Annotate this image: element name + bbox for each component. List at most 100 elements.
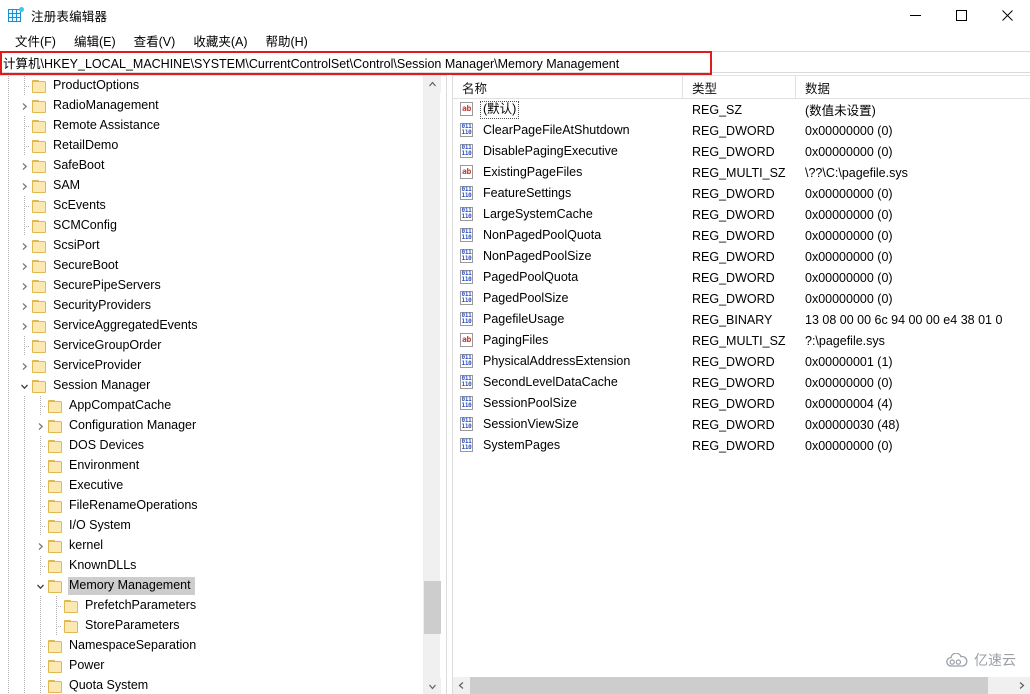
value-data: 0x00000030 (48): [805, 417, 900, 432]
column-header-name[interactable]: 名称: [453, 76, 683, 98]
scroll-right-arrow-icon[interactable]: [1013, 677, 1030, 694]
value-row[interactable]: ab (默认) REG_SZ (数值未设置): [453, 99, 1030, 120]
value-row[interactable]: 011 110 PagedPoolQuota REG_DWORD 0x00000000 …: [453, 267, 1030, 288]
tree-item[interactable]: SecureBoot: [0, 256, 430, 276]
tree-item[interactable]: SCMConfig: [0, 216, 430, 236]
tree-collapse-chevron-icon[interactable]: [32, 576, 48, 596]
tree-item-label: ScsiPort: [53, 238, 100, 252]
value-row[interactable]: ab PagingFiles REG_MULTI_SZ ?:\pagefile.sys: [453, 330, 1030, 351]
values-horizontal-scrollbar[interactable]: [453, 677, 1030, 694]
tree-item[interactable]: Environment: [0, 456, 430, 476]
value-name-cell: 011 110 FeatureSettings: [453, 185, 683, 203]
value-row[interactable]: 011 110 DisablePagingExecutive REG_DWORD 0x0…: [453, 141, 1030, 162]
tree-item[interactable]: SecurityProviders: [0, 296, 430, 316]
tree-item[interactable]: NamespaceSeparation: [0, 636, 430, 656]
value-row[interactable]: 011 110 SystemPages REG_DWORD 0x00000000 (0): [453, 435, 1030, 456]
value-row[interactable]: 011 110 PagefileUsage REG_BINARY 13 08 00 00…: [453, 309, 1030, 330]
tree-item[interactable]: Session Manager: [0, 376, 430, 396]
tree-item[interactable]: KnownDLLs: [0, 556, 430, 576]
tree-item[interactable]: SAM: [0, 176, 430, 196]
tree-item[interactable]: PrefetchParameters: [0, 596, 430, 616]
tree-item[interactable]: Remote Assistance: [0, 116, 430, 136]
scroll-down-arrow-icon[interactable]: [424, 678, 441, 694]
tree-item[interactable]: Quota System: [0, 676, 430, 694]
tree-item[interactable]: Memory Management: [0, 576, 430, 596]
tree-item[interactable]: Executive: [0, 476, 430, 496]
tree-expand-chevron-icon[interactable]: [16, 296, 32, 316]
menu-file[interactable]: 文件(F): [6, 29, 65, 53]
tree-expand-chevron-icon[interactable]: [16, 176, 32, 196]
value-data: \??\C:\pagefile.sys: [805, 165, 908, 180]
value-row[interactable]: 011 110 ClearPageFileAtShutdown REG_DWORD 0x…: [453, 120, 1030, 141]
tree-item[interactable]: ServiceAggregatedEvents: [0, 316, 430, 336]
value-name: DisablePagingExecutive: [483, 143, 618, 158]
folder-icon: [32, 379, 47, 393]
tree-item[interactable]: Configuration Manager: [0, 416, 430, 436]
tree-collapse-chevron-icon[interactable]: [16, 376, 32, 396]
menu-edit[interactable]: 编辑(E): [65, 29, 125, 53]
column-header-data[interactable]: 数据: [796, 76, 1030, 98]
tree-item[interactable]: StoreParameters: [0, 616, 430, 636]
value-row[interactable]: 011 110 SessionViewSize REG_DWORD 0x00000030…: [453, 414, 1030, 435]
tree-item[interactable]: ScEvents: [0, 196, 430, 216]
value-row[interactable]: 011 110 PhysicalAddressExtension REG_DWORD 0…: [453, 351, 1030, 372]
pane-splitter[interactable]: [446, 75, 453, 694]
tree-item[interactable]: kernel: [0, 536, 430, 556]
tree-item[interactable]: ProductOptions: [0, 76, 430, 96]
maximize-button[interactable]: [938, 0, 984, 30]
tree-expand-chevron-icon[interactable]: [16, 276, 32, 296]
scroll-left-arrow-icon[interactable]: [453, 677, 470, 694]
close-button[interactable]: [984, 0, 1030, 30]
tree-item[interactable]: ServiceGroupOrder: [0, 336, 430, 356]
tree-expand-chevron-icon[interactable]: [16, 156, 32, 176]
tree-item[interactable]: FileRenameOperations: [0, 496, 430, 516]
tree-item[interactable]: ServiceProvider: [0, 356, 430, 376]
value-type: REG_MULTI_SZ: [692, 333, 786, 348]
tree-indent-guide: [0, 136, 16, 156]
tree-item[interactable]: DOS Devices: [0, 436, 430, 456]
tree-expand-chevron-icon[interactable]: [16, 236, 32, 256]
tree-item[interactable]: RadioManagement: [0, 96, 430, 116]
tree-item[interactable]: ScsiPort: [0, 236, 430, 256]
minimize-button[interactable]: [892, 0, 938, 30]
value-row[interactable]: ab ExistingPageFiles REG_MULTI_SZ \??\C:\pa…: [453, 162, 1030, 183]
tree-item-label: Memory Management: [68, 577, 195, 595]
tree-expand-chevron-icon[interactable]: [16, 96, 32, 116]
value-row[interactable]: 011 110 NonPagedPoolSize REG_DWORD 0x0000000…: [453, 246, 1030, 267]
tree-scrollbar-thumb[interactable]: [424, 581, 441, 634]
tree-expand-chevron-icon[interactable]: [32, 536, 48, 556]
tree-item[interactable]: AppCompatCache: [0, 396, 430, 416]
tree-item[interactable]: Power: [0, 656, 430, 676]
folder-icon: [48, 679, 63, 693]
values-scrollbar-thumb[interactable]: [470, 677, 988, 694]
tree-item[interactable]: SecurePipeServers: [0, 276, 430, 296]
value-row[interactable]: 011 110 SecondLevelDataCache REG_DWORD 0x000…: [453, 372, 1030, 393]
tree-vertical-scrollbar[interactable]: [423, 76, 441, 694]
value-row[interactable]: 011 110 SessionPoolSize REG_DWORD 0x00000004…: [453, 393, 1030, 414]
tree-item[interactable]: RetailDemo: [0, 136, 430, 156]
tree-indent-guide: [16, 576, 32, 596]
value-row[interactable]: 011 110 FeatureSettings REG_DWORD 0x00000000…: [453, 183, 1030, 204]
title-bar: 注册表编辑器: [0, 0, 1030, 30]
column-header-type[interactable]: 类型: [683, 76, 796, 98]
menu-help[interactable]: 帮助(H): [256, 29, 316, 53]
tree-indent-guide: [0, 516, 16, 536]
tree-indent-guide: [0, 436, 16, 456]
address-bar[interactable]: 计算机\HKEY_LOCAL_MACHINE\SYSTEM\CurrentCon…: [0, 51, 1030, 73]
tree-expand-chevron-icon[interactable]: [32, 416, 48, 436]
tree-item[interactable]: I/O System: [0, 516, 430, 536]
menu-view[interactable]: 查看(V): [125, 29, 185, 53]
tree-expand-chevron-icon[interactable]: [16, 356, 32, 376]
value-data: (数值未设置): [805, 104, 876, 118]
tree-expand-chevron-icon[interactable]: [16, 316, 32, 336]
scroll-up-arrow-icon[interactable]: [424, 76, 441, 93]
folder-icon: [48, 479, 63, 493]
value-type: REG_DWORD: [692, 270, 775, 285]
tree-expand-chevron-icon[interactable]: [16, 256, 32, 276]
tree-item-label: ServiceGroupOrder: [53, 338, 162, 352]
tree-item[interactable]: SafeBoot: [0, 156, 430, 176]
menu-favorites[interactable]: 收藏夹(A): [184, 29, 256, 53]
value-row[interactable]: 011 110 LargeSystemCache REG_DWORD 0x0000000…: [453, 204, 1030, 225]
value-row[interactable]: 011 110 PagedPoolSize REG_DWORD 0x00000000 (…: [453, 288, 1030, 309]
value-row[interactable]: 011 110 NonPagedPoolQuota REG_DWORD 0x000000…: [453, 225, 1030, 246]
